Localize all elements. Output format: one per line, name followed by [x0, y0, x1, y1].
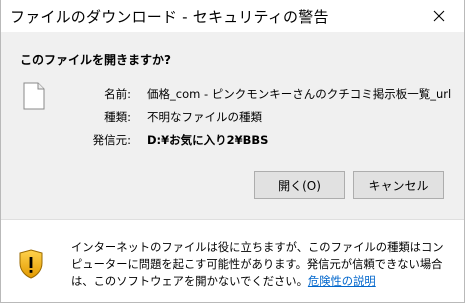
warning-text: インターネットのファイルは役に立ちますが、このファイルの種類はコンピューターに問… [71, 241, 444, 288]
title-bar: ファイルのダウンロード - セキュリティの警告 [1, 0, 464, 32]
file-type-value: 不明なファイルの種類 [147, 110, 262, 124]
warning-shield-icon [19, 249, 43, 279]
file-name-value: 価格_com - ピンクモンキーさんのクチコミ掲示板一覧_url [147, 87, 452, 101]
cancel-button[interactable]: キャンセル [353, 171, 444, 199]
question-text: このファイルを開きますか? [20, 53, 171, 67]
file-name-label: 名前: [104, 87, 131, 101]
dialog-content: このファイルを開きますか? 名前: 価格_com - ピンクモンキーさんのクチコ… [1, 32, 464, 219]
warning-footer: インターネットのファイルは役に立ちますが、このファイルの種類はコンピューターに問… [1, 220, 464, 302]
risk-explanation-link[interactable]: 危険性の説明 [308, 275, 376, 288]
file-type-label: 種類: [104, 110, 131, 124]
open-button[interactable]: 開く(O) [254, 171, 345, 199]
close-icon [433, 10, 445, 22]
file-icon [23, 82, 45, 110]
file-source-value: D:¥お気に入り2¥BBS [147, 133, 269, 147]
file-source-label: 発信元: [92, 133, 131, 147]
security-warning-dialog: ファイルのダウンロード - セキュリティの警告 このファイルを開きますか? 名前… [0, 0, 465, 303]
close-button[interactable] [422, 2, 456, 30]
window-title: ファイルのダウンロード - セキュリティの警告 [10, 8, 329, 26]
warning-message: インターネットのファイルは役に立ちますが、このファイルの種類はコンピューターに問… [71, 239, 451, 290]
